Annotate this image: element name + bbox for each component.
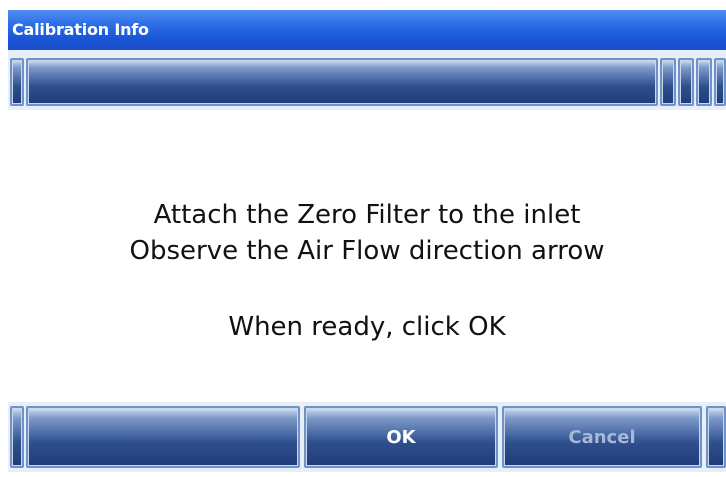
button-bar: OK Cancel (8, 402, 726, 472)
message-area: Attach the Zero Filter to the inlet Obse… (8, 110, 726, 402)
instruction-line-3: When ready, click OK (228, 312, 506, 342)
ok-button[interactable]: OK (304, 406, 498, 468)
nav-right-button-1[interactable] (660, 58, 676, 106)
nav-left-button[interactable] (10, 58, 24, 106)
nav-main-button[interactable] (26, 58, 658, 106)
cancel-button[interactable]: Cancel (502, 406, 702, 468)
navigation-bar (8, 50, 726, 110)
calibration-info-dialog: Calibration Info Attach the Zero Filter … (8, 10, 726, 472)
nav-right-button-4[interactable] (714, 58, 726, 106)
nav-right-button-3[interactable] (696, 58, 712, 106)
instruction-line-2: Observe the Air Flow direction arrow (129, 236, 605, 266)
title-bar: Calibration Info (8, 10, 726, 50)
footer-right-button[interactable] (706, 406, 726, 468)
window-title: Calibration Info (12, 20, 149, 39)
instruction-line-1: Attach the Zero Filter to the inlet (153, 200, 581, 230)
footer-left-button[interactable] (10, 406, 24, 468)
ok-button-label: OK (386, 426, 416, 448)
cancel-button-label: Cancel (568, 426, 636, 448)
nav-right-button-2[interactable] (678, 58, 694, 106)
footer-blank-button[interactable] (26, 406, 300, 468)
